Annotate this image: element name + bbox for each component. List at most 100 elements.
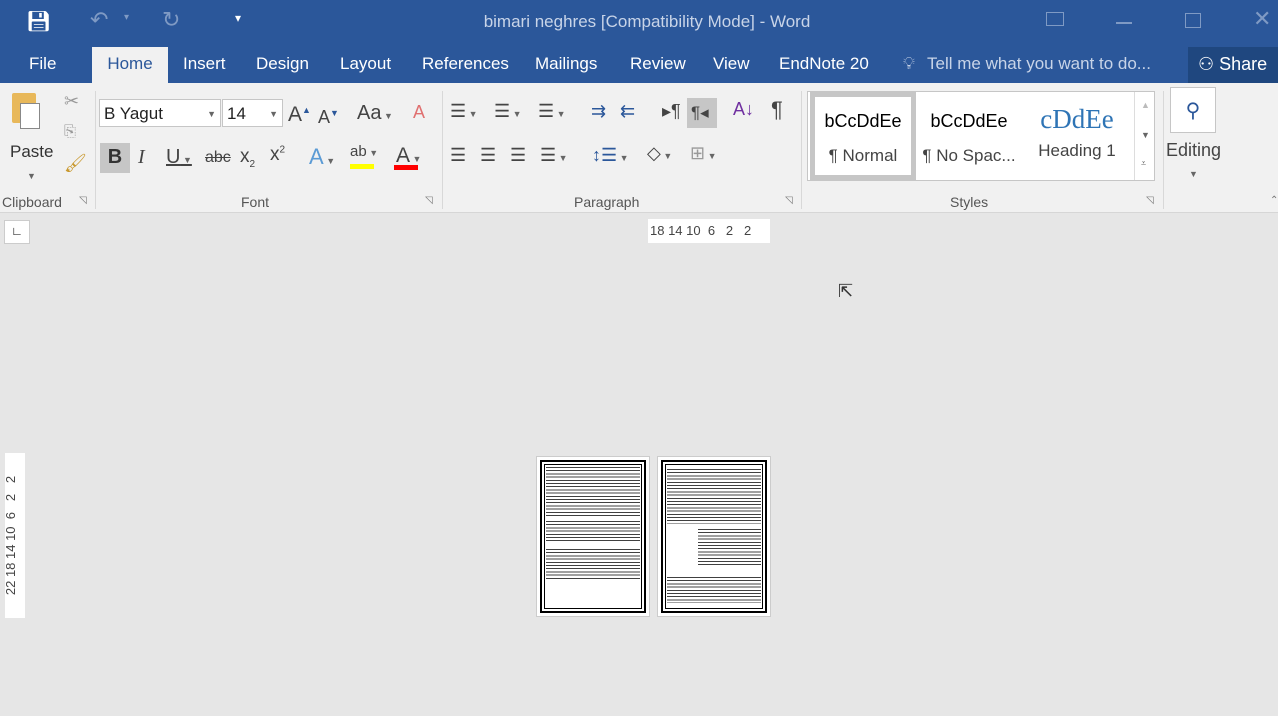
justify-icon[interactable]: ☰ ▼: [540, 145, 568, 166]
style-sample: cDdEe: [1040, 104, 1114, 134]
tab-mailings[interactable]: Mailings: [535, 54, 597, 74]
shrink-font-icon[interactable]: A▼: [318, 107, 339, 128]
text-effects-icon[interactable]: A ▼: [309, 144, 335, 170]
tab-view[interactable]: View: [713, 54, 750, 74]
tab-endnote[interactable]: EndNote 20: [779, 54, 869, 74]
cut-icon[interactable]: ✂: [64, 91, 79, 112]
ribbon-display-icon[interactable]: [1046, 12, 1064, 26]
tab-home[interactable]: Home: [92, 47, 168, 83]
highlight-color-swatch: [350, 164, 374, 169]
ribbon: Paste ▼ ✂ ⎘ 🖌︎ Clipboard ◹ B Yagut ▼ 14 ▼ …: [0, 83, 1278, 213]
tab-layout[interactable]: Layout: [340, 54, 391, 74]
tab-review[interactable]: Review: [630, 54, 686, 74]
ribbon-tabs: File Home Insert Design Layout Reference…: [0, 42, 1278, 83]
font-name-input[interactable]: B Yagut ▼: [99, 99, 221, 127]
close-icon[interactable]: ✕: [1253, 6, 1271, 32]
multilevel-list-icon[interactable]: ☰ ▼: [538, 101, 566, 122]
chevron-down-icon[interactable]: ▼: [207, 109, 216, 119]
italic-button[interactable]: I: [138, 146, 145, 169]
dialog-launcher-icon[interactable]: ◹: [425, 195, 433, 206]
font-size-value: 14: [227, 104, 246, 123]
clear-formatting-icon[interactable]: A: [413, 102, 425, 123]
editing-dropdown-icon[interactable]: ▼: [1189, 169, 1198, 179]
tab-insert[interactable]: Insert: [183, 54, 226, 74]
bullets-icon[interactable]: ☰ ▼: [450, 101, 478, 122]
collapse-ribbon-icon[interactable]: ⌃: [1270, 195, 1278, 206]
shading-icon[interactable]: ◇ ▼: [647, 143, 672, 164]
numbering-icon[interactable]: ☰ ▼: [494, 101, 522, 122]
lightbulb-icon: 💡︎: [903, 54, 915, 73]
superscript-button[interactable]: x2: [270, 144, 285, 166]
change-case-label: Aa: [357, 102, 382, 124]
editing-button[interactable]: Editing: [1166, 140, 1221, 161]
ltr-icon[interactable]: ▸¶: [662, 101, 681, 122]
horizontal-ruler[interactable]: 18 14 10 6 2 2: [648, 219, 770, 243]
dialog-launcher-icon[interactable]: ◹: [1146, 195, 1154, 206]
align-center-icon[interactable]: ☰: [480, 145, 496, 166]
strikethrough-button[interactable]: abc: [205, 149, 231, 167]
document-page-1[interactable]: [536, 456, 650, 617]
decrease-indent-icon[interactable]: ⇉: [591, 101, 606, 122]
window-title: bimari neghres [Compatibility Mode] - Wo…: [483, 12, 811, 31]
style-name: ¶ Normal: [828, 146, 898, 165]
styles-group-label: Styles: [950, 194, 989, 210]
grow-font-icon[interactable]: A▲: [288, 103, 311, 127]
tab-references[interactable]: References: [422, 54, 509, 74]
tab-selector[interactable]: ∟: [4, 220, 30, 244]
share-button[interactable]: ⚇ Share: [1188, 47, 1278, 83]
minimize-icon[interactable]: [1116, 22, 1132, 24]
paste-button[interactable]: Paste: [10, 142, 53, 162]
dialog-launcher-icon[interactable]: ◹: [79, 195, 87, 206]
sort-icon[interactable]: A↓: [733, 99, 754, 120]
align-left-icon[interactable]: ☰: [450, 145, 466, 166]
maximize-icon[interactable]: [1185, 13, 1201, 28]
title-bar: 💾︎ ↶ ▾ ↻ ▾ bimari neghres [Compatibility…: [0, 0, 1278, 42]
paragraph-group-label: Paragraph: [574, 194, 640, 210]
style-sample: bCcDdEe: [824, 111, 902, 131]
underline-button[interactable]: U ▼: [166, 146, 192, 169]
more-styles-icon[interactable]: ⩡: [1141, 158, 1146, 169]
tell-me-input[interactable]: Tell me what you want to do...: [927, 54, 1151, 74]
document-page-2[interactable]: [657, 456, 771, 617]
dialog-launcher-icon[interactable]: ◹: [785, 195, 793, 206]
tab-design[interactable]: Design: [256, 54, 309, 74]
ruler-numbers: 22 18 14 10 6 2 2: [3, 475, 19, 595]
line-spacing-icon[interactable]: ↕☰ ▼: [592, 145, 629, 166]
share-label: Share: [1219, 54, 1268, 74]
style-no-spacing[interactable]: bCcDdEe ¶ No Spac...: [916, 92, 1022, 180]
bold-button[interactable]: B: [100, 143, 130, 173]
clipboard-group-label: Clipboard: [2, 194, 62, 210]
styles-gallery: bCcDdEe ¶ Normal bCcDdEe ¶ No Spac... cDdE…: [807, 91, 1155, 181]
change-case-button[interactable]: Aa ▼: [357, 102, 393, 125]
borders-icon[interactable]: ⊞ ▼: [690, 143, 717, 164]
increase-indent-icon[interactable]: ⇇: [620, 101, 635, 122]
font-name-value: B Yagut: [104, 104, 163, 123]
paste-dropdown-icon[interactable]: ▼: [27, 171, 36, 181]
style-name: Heading 1: [1038, 141, 1116, 160]
highlight-icon[interactable]: ab ▼: [350, 143, 378, 160]
style-sample: bCcDdEe: [930, 111, 1008, 131]
font-size-input[interactable]: 14 ▼: [222, 99, 283, 127]
vertical-ruler[interactable]: 22 18 14 10 6 2 2: [3, 453, 25, 618]
font-group-label: Font: [241, 194, 270, 210]
show-formatting-icon[interactable]: ¶: [771, 97, 783, 123]
mouse-cursor-icon: ⇱: [838, 281, 854, 301]
gallery-scroll[interactable]: ▲ ▼ ⩡: [1134, 92, 1155, 180]
rtl-icon[interactable]: ¶◂: [687, 98, 717, 128]
person-add-icon: ⚇: [1198, 54, 1215, 74]
style-normal[interactable]: bCcDdEe ¶ Normal: [810, 92, 916, 180]
style-name: ¶ No Spac...: [922, 146, 1016, 165]
align-right-icon[interactable]: ☰: [510, 145, 526, 166]
format-painter-icon[interactable]: 🖌︎: [64, 153, 87, 174]
scroll-up-icon[interactable]: ▲: [1141, 100, 1150, 110]
font-color-swatch: [394, 165, 418, 170]
ruler-numbers: 18 14 10 6 2 2: [650, 223, 752, 238]
copy-icon[interactable]: ⎘: [64, 123, 76, 140]
chevron-down-icon[interactable]: ▼: [269, 109, 278, 119]
scroll-down-icon[interactable]: ▼: [1141, 130, 1150, 140]
paste-icon[interactable]: [12, 93, 40, 129]
style-heading-1[interactable]: cDdEe Heading 1: [1024, 92, 1130, 180]
subscript-button[interactable]: x2: [240, 146, 255, 170]
tab-file[interactable]: File: [29, 54, 56, 74]
find-icon[interactable]: ⚲: [1170, 87, 1216, 133]
